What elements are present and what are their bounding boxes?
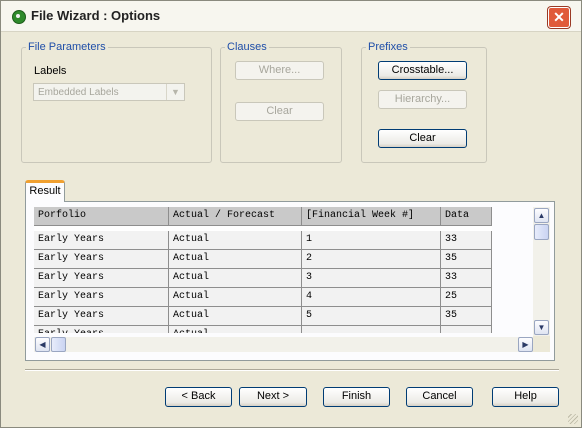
table-row-partial: Early Years Actual [34,326,492,333]
finish-button[interactable]: Finish [323,387,390,407]
hierarchy-button[interactable]: Hierarchy... [378,90,467,109]
table-cell: 25 [441,288,492,306]
table-cell: Actual [169,326,302,333]
close-button[interactable]: ✕ [548,7,570,28]
scroll-left-icon[interactable]: ◀ [35,337,50,352]
table-cell: 33 [441,269,492,287]
vertical-scrollbar[interactable]: ▲ ▼ [533,207,550,336]
vertical-scroll-thumb[interactable] [534,224,549,240]
table-cell: Early Years [34,231,169,249]
scroll-down-icon[interactable]: ▼ [534,320,549,335]
table-cell: 35 [441,307,492,325]
file-wizard-window: File Wizard : Options ✕ File Parameters … [0,0,582,428]
table-cell: Actual [169,231,302,249]
clauses-legend: Clauses [227,41,267,53]
table-cell: Early Years [34,288,169,306]
labels-select-value: Embedded Labels [38,87,119,98]
where-button[interactable]: Where... [235,61,324,80]
column-header[interactable]: Data [441,207,492,225]
column-header[interactable]: Porfolio [34,207,169,225]
prefixes-legend: Prefixes [368,41,408,53]
table-row: Early Years Actual 3 33 [34,269,492,288]
column-header[interactable]: [Financial Week #] [302,207,441,225]
prefixes-clear-button[interactable]: Clear [378,129,467,148]
table-cell: Actual [169,307,302,325]
table-cell [441,326,492,333]
table-cell: Early Years [34,326,169,333]
scroll-corner [533,336,550,352]
table-cell: 35 [441,250,492,268]
table-cell: 33 [441,231,492,249]
column-header[interactable]: Actual / Forecast [169,207,302,225]
clauses-clear-button[interactable]: Clear [235,102,324,121]
result-table: Porfolio Actual / Forecast [Financial We… [34,207,492,333]
tab-result[interactable]: Result [25,180,65,202]
window-title: File Wizard : Options [31,8,161,23]
horizontal-scrollbar[interactable]: ◀ ▶ [34,337,533,352]
back-button[interactable]: < Back [165,387,232,407]
file-parameters-legend: File Parameters [28,41,106,53]
table-row: Early Years Actual 4 25 [34,288,492,307]
table-row: Early Years Actual 5 35 [34,307,492,326]
table-cell: Actual [169,250,302,268]
scroll-up-icon[interactable]: ▲ [534,208,549,223]
table-cell: 4 [302,288,441,306]
table-cell: 5 [302,307,441,325]
table-cell: 1 [302,231,441,249]
footer-divider [25,369,559,371]
table-cell: Early Years [34,250,169,268]
next-button[interactable]: Next > [239,387,307,407]
qlikview-app-icon [12,10,26,24]
table-header-row: Porfolio Actual / Forecast [Financial We… [34,207,492,226]
table-cell: 3 [302,269,441,287]
labels-caption: Labels [34,65,67,77]
title-bar: File Wizard : Options ✕ [1,1,581,32]
help-button[interactable]: Help [492,387,559,407]
table-cell: Early Years [34,269,169,287]
table-cell: Actual [169,269,302,287]
crosstable-button[interactable]: Crosstable... [378,61,467,80]
table-cell [302,326,441,333]
cancel-button[interactable]: Cancel [406,387,473,407]
table-cell: 2 [302,250,441,268]
table-row: Early Years Actual 2 35 [34,250,492,269]
scroll-right-icon[interactable]: ▶ [518,337,533,352]
horizontal-scroll-thumb[interactable] [51,337,66,352]
file-parameters-group: File Parameters [21,41,212,163]
chevron-down-icon[interactable]: ▼ [166,84,184,100]
labels-select[interactable]: Embedded Labels ▼ [33,83,185,101]
table-cell: Actual [169,288,302,306]
table-cell: Early Years [34,307,169,325]
resize-grip-icon[interactable] [568,414,578,424]
table-row: Early Years Actual 1 33 [34,231,492,250]
